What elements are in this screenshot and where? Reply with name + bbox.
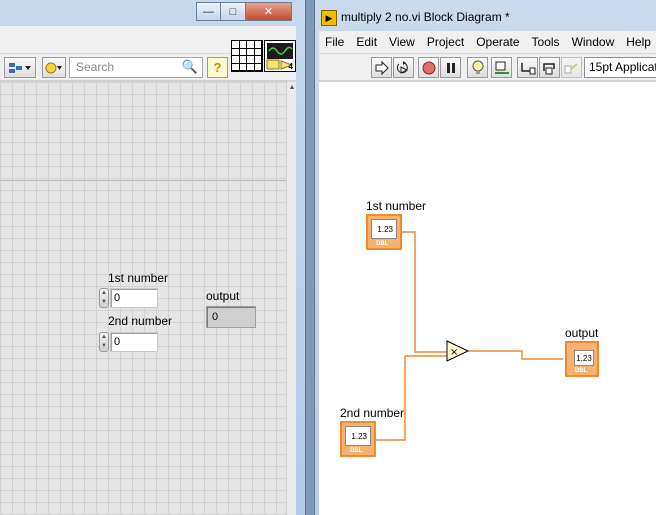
scroll-up-arrow-icon[interactable]: ▲ [287, 84, 297, 91]
block-diagram-toolbar: 15pt Application Font [319, 53, 656, 81]
maximize-button[interactable]: □ [221, 2, 246, 21]
font-select[interactable]: 15pt Application Font [584, 57, 656, 78]
abort-button[interactable] [418, 57, 439, 78]
help-button[interactable]: ? [207, 57, 228, 78]
wire-2nd-number [374, 355, 447, 441]
run-continuously-icon [396, 60, 408, 74]
reorder-icon [9, 62, 31, 73]
search-placeholder: Search [76, 60, 115, 74]
terminal-value-output: 1.23 [574, 350, 594, 366]
numeric-control-1st-number[interactable]: ▲ ▼ 0 [99, 288, 158, 308]
terminal-output[interactable]: 1.23 DBL [565, 341, 599, 377]
menu-edit[interactable]: Edit [350, 31, 383, 53]
search-icon: 🔍 [181, 59, 198, 74]
window-controls: — □ ✕ [196, 2, 292, 21]
terminal-label-output: output [565, 326, 599, 340]
run-arrow-icon [375, 60, 389, 75]
block-diagram-canvas[interactable]: × 1st number 1.23 DBL 2nd number 1.23 DB… [319, 82, 656, 515]
control-label-1st-number: 1st number [108, 271, 169, 285]
block-diagram-window: ▶ multiply 2 no.vi Block Diagram * File … [314, 0, 656, 515]
wire-1st-number [400, 231, 447, 353]
control-label-2nd-number: 2nd number [108, 314, 173, 328]
dbl-tag: DBL [376, 241, 389, 247]
vertical-scrollbar[interactable]: ▲ [286, 82, 296, 515]
numeric-field-2nd-number[interactable]: 0 [110, 332, 158, 352]
menu-file[interactable]: File [319, 31, 350, 53]
lightbulb-icon [472, 60, 483, 74]
terminal-value-2nd-number: 1.23 [345, 426, 371, 446]
menu-operate[interactable]: Operate [470, 31, 525, 53]
close-button[interactable]: ✕ [246, 2, 292, 21]
terminal-label-1st-number: 1st number [366, 199, 427, 213]
menu-window[interactable]: Window [566, 31, 621, 53]
retain-wire-values-button[interactable] [491, 57, 512, 78]
numeric-indicator-output: 0 [206, 306, 256, 328]
panel-divider [0, 180, 286, 181]
pause-icon [446, 62, 455, 73]
connector-pane-icon[interactable] [231, 40, 263, 72]
menu-help[interactable]: Help [620, 31, 656, 53]
run-continuously-button[interactable] [393, 57, 414, 78]
search-input[interactable]: Search 🔍 [69, 57, 203, 78]
color-tool-button[interactable] [42, 57, 66, 78]
highlight-execution-button[interactable] [467, 57, 488, 78]
increment-decrement-arrows[interactable]: ▲ ▼ [99, 288, 109, 308]
terminal-1st-number[interactable]: 1.23 DBL [366, 214, 402, 250]
terminal-value-1st-number: 1.23 [371, 219, 397, 239]
step-over-icon [542, 62, 555, 74]
front-panel-canvas[interactable]: 1st number ▲ ▼ 0 2nd number ▲ ▼ 0 output 0 [0, 82, 286, 515]
menu-project[interactable]: Project [421, 31, 470, 53]
multiply-symbol: × [450, 347, 458, 358]
numeric-field-1st-number[interactable]: 0 [110, 288, 158, 308]
menu-tools[interactable]: Tools [526, 31, 566, 53]
step-out-button[interactable] [561, 57, 582, 78]
menubar: File Edit View Project Operate Tools Win… [319, 31, 656, 53]
step-over-button[interactable] [539, 57, 560, 78]
front-panel-window: — □ ✕ Search 🔍 ? 4 1st number ▲ ▼ 0 2nd … [0, 0, 306, 515]
vi-icon[interactable]: 4 [264, 40, 296, 72]
connector-count: 4 [288, 62, 293, 71]
pause-button[interactable] [440, 57, 461, 78]
menu-view[interactable]: View [383, 31, 421, 53]
abort-stop-icon [422, 61, 435, 74]
step-into-icon [520, 62, 535, 74]
retain-wire-values-icon [494, 61, 509, 74]
wire-output [468, 350, 563, 360]
labview-app-icon: ▶ [321, 10, 337, 26]
indicator-label-output: output [206, 289, 240, 303]
dbl-tag: DBL [350, 448, 363, 454]
minimize-button[interactable]: — [196, 2, 221, 21]
terminal-2nd-number[interactable]: 1.23 DBL [340, 421, 376, 457]
increment-decrement-arrows[interactable]: ▲ ▼ [99, 332, 109, 352]
front-panel-titlebar: — □ ✕ [0, 0, 306, 26]
run-button[interactable] [371, 57, 392, 78]
numeric-control-2nd-number[interactable]: ▲ ▼ 0 [99, 332, 158, 352]
terminal-label-2nd-number: 2nd number [340, 406, 405, 420]
reorder-objects-button[interactable] [4, 57, 36, 78]
step-out-icon [564, 62, 577, 73]
step-into-button[interactable] [517, 57, 538, 78]
dbl-tag: DBL [575, 368, 588, 374]
window-title: multiply 2 no.vi Block Diagram * [341, 10, 510, 24]
color-palette-icon [45, 62, 62, 73]
